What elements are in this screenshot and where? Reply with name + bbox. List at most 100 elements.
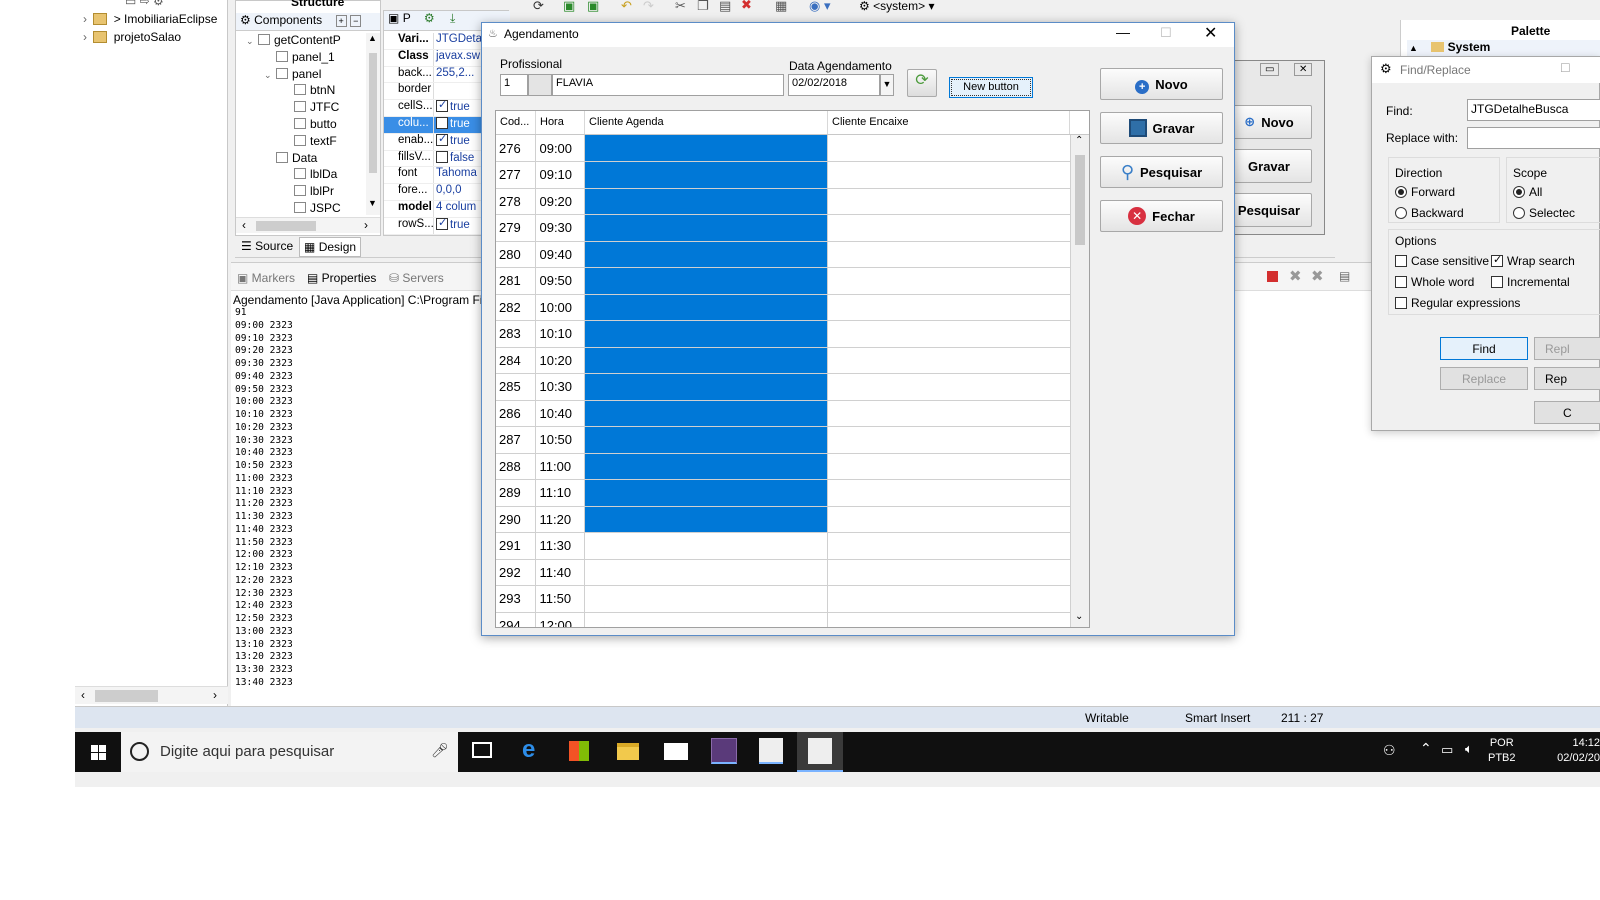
checkbox-icon[interactable] (436, 150, 448, 163)
cell-cliente-agenda[interactable] (584, 373, 829, 401)
system-dropdown[interactable]: ⚙ <system> ▾ (859, 0, 934, 13)
maximize-button[interactable]: ☐ (1560, 61, 1571, 75)
regex-checkbox[interactable]: Regular expressions (1395, 296, 1520, 310)
cell-codigo[interactable]: 278 (496, 188, 537, 215)
cell-cliente-encaixe[interactable] (827, 559, 1071, 586)
clock[interactable]: 14:12 02/02/20 (1525, 736, 1600, 766)
cell-codigo[interactable]: 286 (496, 400, 537, 427)
cell-codigo[interactable]: 287 (496, 426, 537, 454)
cell-cliente-agenda[interactable] (584, 400, 829, 427)
cell-cliente-encaixe[interactable] (827, 267, 1071, 295)
new-button[interactable]: New button (949, 77, 1033, 98)
find-input[interactable]: JTGDetalheBusca (1467, 99, 1600, 121)
cell-codigo[interactable]: 288 (496, 453, 537, 480)
table-row[interactable]: 283 10:10 (496, 320, 1071, 348)
cell-hora[interactable]: 10:50 (535, 426, 586, 454)
incremental-checkbox[interactable]: Incremental (1491, 275, 1570, 289)
scope-all-radio[interactable]: All (1513, 185, 1542, 199)
scrollbar-thumb[interactable] (1075, 155, 1085, 245)
cell-hora[interactable]: 11:20 (535, 506, 586, 533)
cell-codigo[interactable]: 293 (496, 585, 537, 613)
cell-codigo[interactable]: 279 (496, 214, 537, 242)
tree-item[interactable]: JTFC (236, 100, 366, 117)
scroll-down-icon[interactable]: ▼ (368, 198, 377, 208)
cell-cliente-agenda[interactable] (584, 214, 829, 242)
close-button[interactable]: C (1534, 401, 1600, 424)
cell-codigo[interactable]: 277 (496, 161, 537, 189)
cell-codigo[interactable]: 281 (496, 267, 537, 295)
table-row[interactable]: 294 12:00 (496, 612, 1071, 627)
cell-hora[interactable]: 11:50 (535, 585, 586, 613)
table-row[interactable]: 278 09:20 (496, 188, 1071, 215)
tree-item[interactable]: textF (236, 134, 366, 151)
cell-hora[interactable]: 09:00 (535, 135, 586, 162)
horizontal-scrollbar[interactable]: ‹ › (236, 217, 380, 233)
close-button[interactable]: ✕ (1204, 23, 1217, 43)
cell-cliente-encaixe[interactable] (827, 241, 1071, 268)
vertical-scrollbar[interactable]: ▲ ▼ (366, 33, 380, 215)
cell-cliente-agenda[interactable] (584, 559, 829, 586)
cell-codigo[interactable]: 276 (496, 135, 537, 162)
cell-codigo[interactable]: 282 (496, 294, 537, 321)
scroll-up-icon[interactable]: ⌃ (1075, 135, 1083, 146)
table-row[interactable]: 277 09:10 (496, 161, 1071, 189)
novo-button[interactable]: + Novo (1100, 68, 1223, 100)
column-header[interactable]: Cliente Agenda (585, 111, 828, 134)
language-indicator[interactable]: POR PTB2 (1488, 736, 1516, 766)
cell-cliente-encaixe[interactable] (827, 400, 1071, 427)
table-row[interactable]: 285 10:30 (496, 373, 1071, 401)
checkbox-icon[interactable] (436, 116, 448, 129)
java-app-icon[interactable] (759, 738, 783, 764)
cell-cliente-encaixe[interactable] (827, 188, 1071, 215)
profissional-lookup-button[interactable] (528, 74, 552, 96)
cell-hora[interactable]: 10:00 (535, 294, 586, 321)
debug-icon[interactable]: ▣ (587, 0, 599, 14)
column-header[interactable]: Cod... (496, 111, 536, 134)
start-button[interactable] (75, 732, 121, 772)
cell-cliente-agenda[interactable] (584, 453, 829, 480)
cell-cliente-encaixe[interactable] (827, 373, 1071, 401)
vertical-scrollbar[interactable]: ⌃ ⌄ (1071, 135, 1089, 627)
globe-icon[interactable]: ◉ ▾ (809, 0, 830, 14)
cell-cliente-agenda[interactable] (584, 532, 829, 560)
tree-item[interactable]: butto (236, 117, 366, 134)
cell-codigo[interactable]: 280 (496, 241, 537, 268)
paste-icon[interactable]: ▤ (719, 0, 731, 14)
table-row[interactable]: 290 11:20 (496, 506, 1071, 533)
table-row[interactable]: 292 11:40 (496, 559, 1071, 586)
scroll-left-icon[interactable]: ‹ (81, 688, 85, 702)
preview-gravar-button[interactable]: Gravar (1226, 149, 1312, 183)
tree-item[interactable]: lblPr (236, 184, 366, 201)
cell-hora[interactable]: 11:00 (535, 453, 586, 480)
mail-icon[interactable] (664, 743, 688, 760)
cell-cliente-agenda[interactable] (584, 585, 829, 613)
cell-cliente-encaixe[interactable] (827, 612, 1071, 627)
cell-hora[interactable]: 09:20 (535, 188, 586, 215)
forward-radio[interactable]: Forward (1395, 185, 1455, 199)
refresh-icon[interactable]: ⟳ (533, 0, 544, 14)
profissional-id-field[interactable]: 1 (500, 74, 528, 96)
cell-codigo[interactable]: 289 (496, 479, 537, 507)
wrap-search-checkbox[interactable]: Wrap search (1491, 253, 1575, 268)
table-row[interactable]: 279 09:30 (496, 214, 1071, 242)
refresh-button[interactable]: ⟳ (907, 69, 937, 97)
copy-icon[interactable]: ❐ (697, 0, 709, 14)
whole-word-checkbox[interactable]: Whole word (1395, 275, 1474, 289)
java-app-icon-active[interactable] (797, 732, 843, 772)
project-item[interactable]: › projetoSalao (83, 30, 228, 48)
cell-cliente-encaixe[interactable] (827, 585, 1071, 613)
cell-hora[interactable]: 11:40 (535, 559, 586, 586)
cell-cliente-encaixe[interactable] (827, 294, 1071, 321)
cell-cliente-agenda[interactable] (584, 294, 829, 321)
tree-item[interactable]: Data (236, 151, 366, 168)
replace-find-button[interactable]: Repl (1534, 337, 1600, 360)
cell-cliente-agenda[interactable] (584, 241, 829, 268)
task-view-icon[interactable] (472, 742, 492, 758)
cell-hora[interactable]: 10:40 (535, 400, 586, 427)
table-row[interactable]: 289 11:10 (496, 479, 1071, 507)
table-row[interactable]: 280 09:40 (496, 241, 1071, 268)
volume-icon[interactable]: 🔈︎ (1465, 741, 1473, 757)
cell-cliente-encaixe[interactable] (827, 426, 1071, 454)
cell-hora[interactable]: 09:10 (535, 161, 586, 189)
cell-codigo[interactable]: 292 (496, 559, 537, 586)
